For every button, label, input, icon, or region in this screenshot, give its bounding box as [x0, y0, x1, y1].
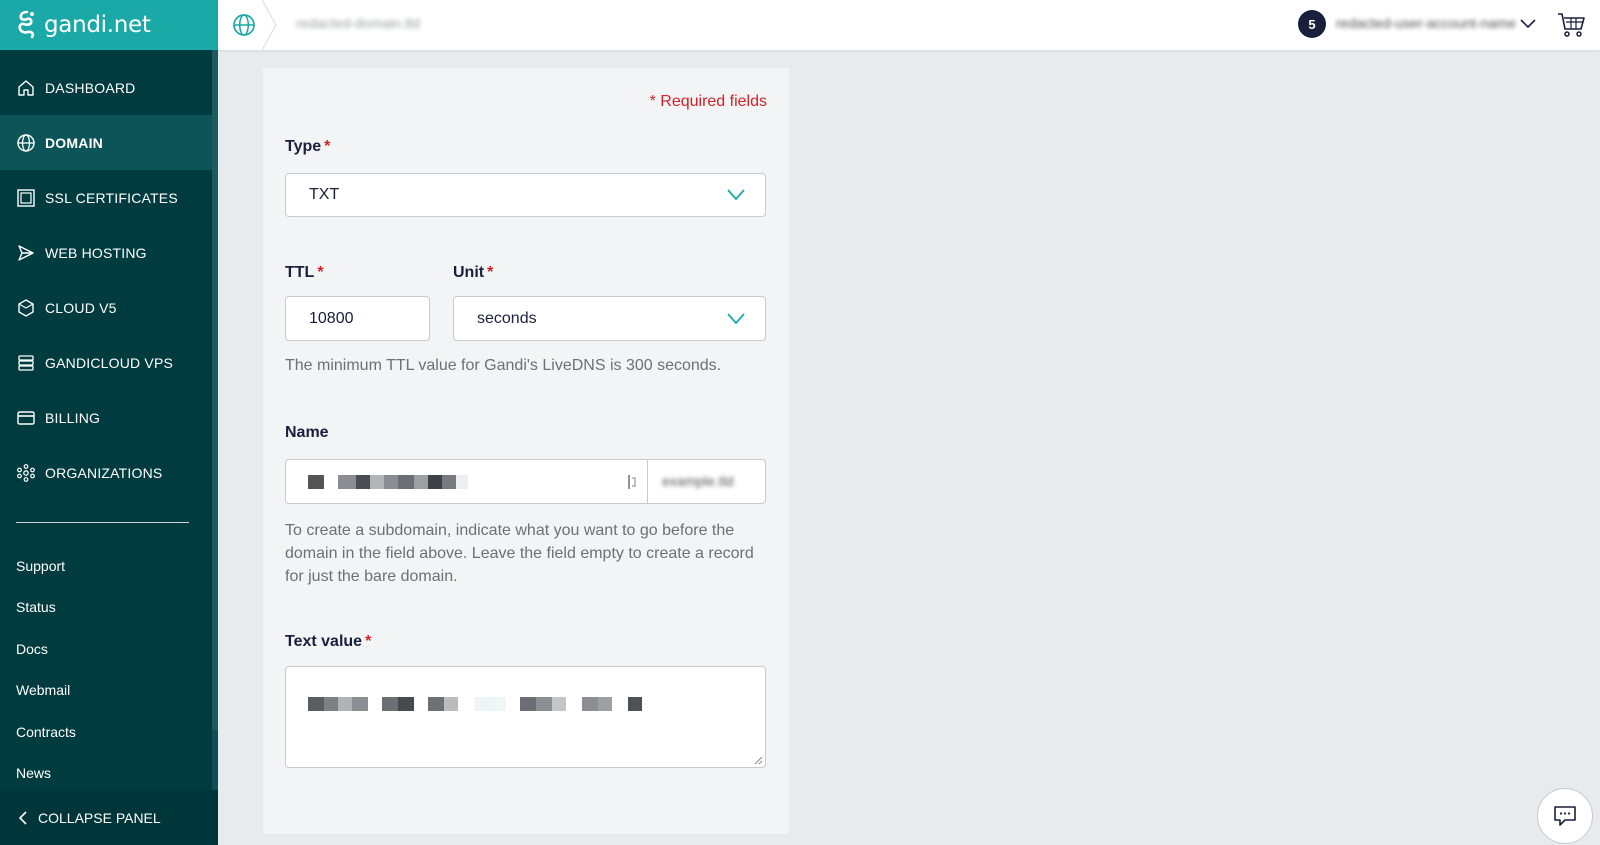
sidebar: gandi.net DASHBOARD DOMAIN SSL CERTIFICA…	[0, 0, 218, 845]
nav-item-billing[interactable]: BILLING	[0, 390, 212, 445]
nav-label: GANDICLOUD VPS	[45, 354, 174, 371]
name-help-text: To create a subdomain, indicate what you…	[285, 522, 754, 585]
nav-item-organizations[interactable]: ORGANIZATIONS	[0, 445, 212, 500]
text-value-textarea[interactable]	[285, 666, 766, 768]
type-select[interactable]: TXT	[285, 173, 766, 217]
certificate-icon	[17, 188, 35, 207]
nav-item-cloud-v5[interactable]: CLOUD V5	[0, 280, 212, 335]
organization-icon	[17, 463, 35, 482]
nav-item-web-hosting[interactable]: WEB HOSTING	[0, 225, 212, 280]
brand-name: gandi.net	[44, 12, 151, 38]
top-bar: redacted-domain.tld 5 redacted-user-acco…	[218, 0, 1600, 50]
password-manager-icon[interactable]	[626, 472, 640, 492]
send-icon	[18, 244, 34, 261]
chat-support-button[interactable]	[1537, 788, 1593, 844]
cart-icon[interactable]	[1556, 9, 1586, 39]
sidebar-links: Support Status Docs Webmail Contracts Ne…	[0, 545, 76, 794]
ttl-label: TTL *	[285, 264, 324, 282]
type-label: Type *	[285, 138, 330, 156]
collapse-label: COLLAPSE PANEL	[38, 809, 161, 826]
dns-record-form: * Required fields Type * TXT TTL * 10800 U…	[263, 68, 789, 834]
name-label: Name	[285, 424, 329, 441]
type-value: TXT	[309, 186, 340, 203]
home-icon	[18, 79, 34, 96]
ttl-input[interactable]: 10800	[285, 296, 430, 341]
required-fields-note: * Required fields	[649, 93, 767, 110]
nav-label: DOMAIN	[45, 134, 103, 151]
text-value-redacted	[308, 697, 642, 711]
sidebar-divider	[16, 522, 189, 523]
sidebar-scrollbar[interactable]	[212, 50, 218, 790]
name-input[interactable]: example.tld	[285, 459, 766, 504]
globe-icon	[17, 133, 35, 152]
unit-value: seconds	[477, 309, 537, 327]
nav-label: SSL CERTIFICATES	[45, 189, 178, 206]
server-stack-icon	[18, 354, 34, 371]
nav-label: BILLING	[45, 409, 101, 426]
notification-badge[interactable]: 5	[1298, 10, 1326, 38]
ttl-value: 10800	[309, 309, 354, 327]
name-suffix-divider	[647, 460, 648, 503]
required-star: *	[487, 264, 494, 281]
nav-label: ORGANIZATIONS	[45, 464, 163, 481]
nav-label: DASHBOARD	[45, 79, 136, 96]
link-webmail[interactable]: Webmail	[0, 670, 76, 712]
nav-item-dashboard[interactable]: DASHBOARD	[0, 60, 212, 115]
ttl-help-text: The minimum TTL value for Gandi's LiveDN…	[285, 357, 722, 374]
nav-label: WEB HOSTING	[45, 244, 147, 261]
link-contracts[interactable]: Contracts	[0, 711, 76, 753]
unit-select[interactable]: seconds	[453, 296, 766, 341]
resize-handle-icon[interactable]	[754, 756, 763, 765]
brand-logo[interactable]: gandi.net	[0, 0, 218, 50]
nav-item-gandicloud-vps[interactable]: GANDICLOUD VPS	[0, 335, 212, 390]
chat-bubble-icon	[1554, 806, 1576, 826]
chevron-left-icon	[18, 810, 27, 825]
unit-label-text: Unit	[453, 264, 485, 281]
hexagon-icon	[18, 298, 34, 317]
name-value-redacted	[308, 474, 468, 489]
nav-item-domain[interactable]: DOMAIN	[0, 115, 212, 170]
globe-icon	[233, 14, 255, 36]
name-domain-suffix: example.tld	[662, 473, 734, 489]
chevron-down-icon[interactable]	[1518, 14, 1538, 34]
main-nav: DASHBOARD DOMAIN SSL CERTIFICATES WEB HO…	[0, 60, 212, 500]
text-value-label: Text value *	[285, 633, 371, 651]
collapse-panel-button[interactable]: COLLAPSE PANEL	[0, 790, 218, 845]
link-news[interactable]: News	[0, 753, 76, 795]
link-status[interactable]: Status	[0, 587, 76, 629]
unit-label: Unit *	[453, 264, 493, 282]
chevron-down-icon	[727, 312, 745, 324]
link-docs[interactable]: Docs	[0, 628, 76, 670]
link-support[interactable]: Support	[0, 545, 76, 587]
text-value-label-text: Text value	[285, 633, 363, 650]
type-label-text: Type	[285, 138, 322, 155]
breadcrumb-domain-name[interactable]: redacted-domain.tld	[296, 15, 420, 31]
gandi-logo-icon	[18, 10, 35, 39]
sidebar-scrollbar-thumb[interactable]	[212, 50, 218, 730]
nav-label: CLOUD V5	[45, 299, 117, 316]
required-star: *	[365, 633, 372, 650]
required-star: *	[324, 138, 331, 155]
required-star: *	[317, 264, 324, 281]
credit-card-icon	[17, 410, 35, 425]
ttl-label-text: TTL	[285, 264, 315, 281]
user-account-name[interactable]: redacted-user-account-name	[1336, 15, 1516, 31]
nav-item-ssl-certificates[interactable]: SSL CERTIFICATES	[0, 170, 212, 225]
breadcrumb-separator-icon	[262, 0, 277, 50]
chevron-down-icon	[727, 189, 745, 201]
